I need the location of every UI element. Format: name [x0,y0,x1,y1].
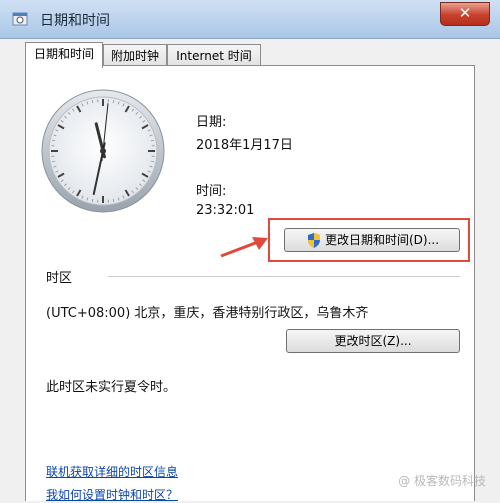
timezone-header: 时区 [46,267,72,286]
timezone-value: (UTC+08:00) 北京，重庆，香港特别行政区，乌鲁木齐 [46,302,368,321]
timezone-info-link[interactable]: 联机获取详细的时区信息 [46,463,178,480]
analog-clock [40,88,166,214]
date-label: 日期: [196,111,226,130]
clock-minute-tick [113,100,114,103]
clock-minute-tick [151,140,154,141]
uac-shield-icon [307,233,321,248]
change-datetime-button[interactable]: 更改日期和时间(D)... [284,228,460,252]
clock-minute-tick [92,199,93,202]
change-timezone-button[interactable]: 更改时区(Z)... [286,329,460,353]
clock-minute-tick [113,199,114,202]
tab-internet-time[interactable]: Internet 时间 [167,44,261,66]
datetime-app-icon [12,10,28,26]
date-value: 2018年1月17日 [196,134,293,153]
dst-status-text: 此时区未实行夏令时。 [46,376,176,395]
change-datetime-label: 更改日期和时间(D)... [325,229,439,251]
clock-center-cap [100,148,106,154]
tab-additional-clocks[interactable]: 附加时钟 [103,44,167,66]
time-value: 23:32:01 [196,203,254,218]
clock-minute-tick [52,140,55,141]
how-to-set-link[interactable]: 我如何设置时钟和时区？ [46,486,178,503]
close-button[interactable]: ✕ [440,2,490,26]
timezone-separator [108,276,460,277]
clock-minute-tick [151,161,154,162]
clock-minute-tick [92,100,93,103]
tab-date-time[interactable]: 日期和时间 [25,42,103,68]
clock-minute-tick [52,161,55,162]
window-title: 日期和时间 [40,10,110,30]
title-bar: 日期和时间 ✕ [0,0,500,39]
red-arrow-icon [218,234,270,260]
time-label: 时间: [196,180,226,199]
watermark-text: @ 极客数码科技 [398,472,486,489]
